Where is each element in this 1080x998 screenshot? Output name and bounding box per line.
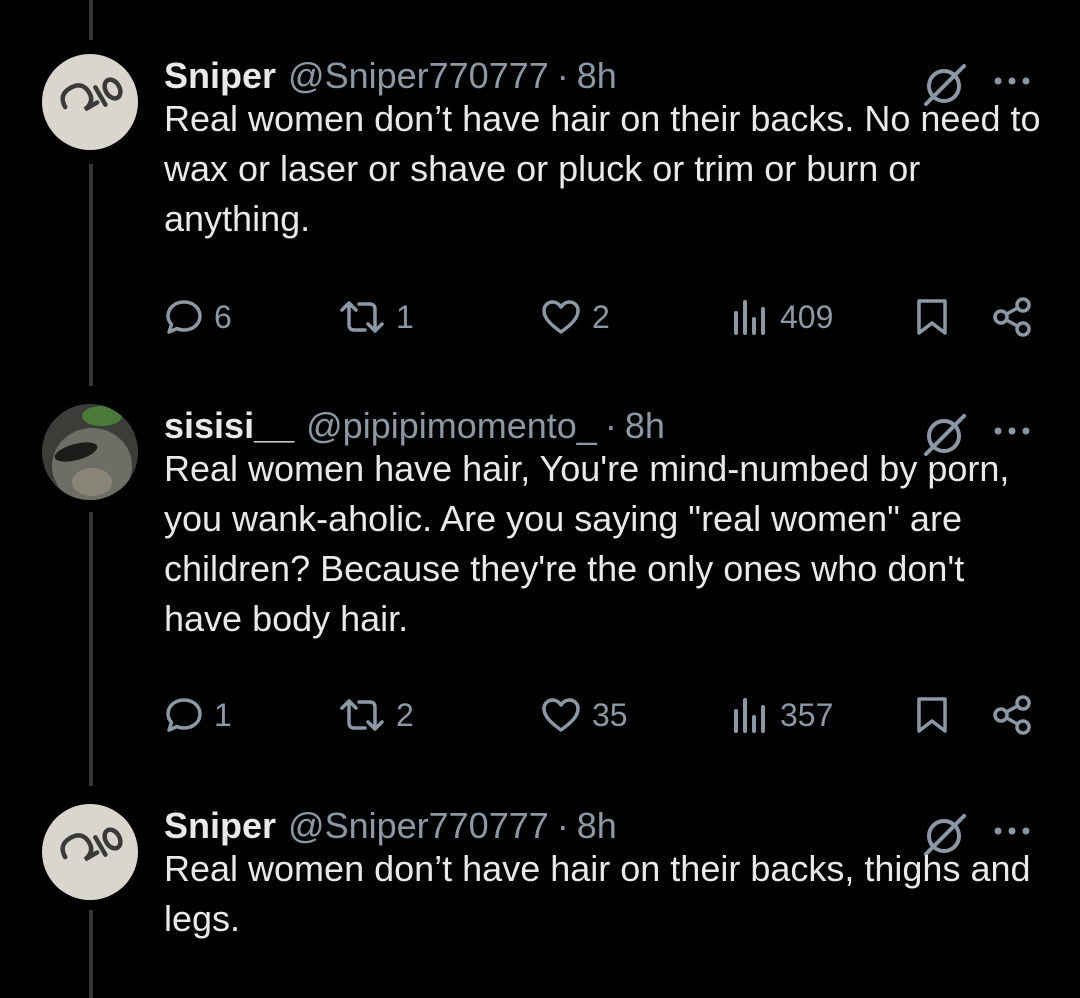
- user-handle[interactable]: @Sniper770777: [288, 804, 549, 848]
- tweet[interactable]: Sniper @Sniper770777 · 8h Real women don…: [0, 804, 1080, 998]
- tweet-text: Real women don’t have hair on their back…: [164, 98, 1041, 239]
- timestamp[interactable]: 8h: [577, 804, 617, 848]
- tweet-text: Real women have hair, You're mind-numbed…: [164, 448, 1010, 639]
- display-name[interactable]: Sniper: [164, 54, 276, 98]
- thread-line-top: [89, 0, 93, 40]
- bookmark-icon: [917, 697, 947, 733]
- reply-count: 6: [214, 298, 232, 335]
- more-icon[interactable]: [990, 816, 1034, 846]
- tweet-text: Real women don’t have hair on their back…: [164, 848, 1031, 939]
- timestamp[interactable]: 8h: [577, 54, 617, 98]
- separator: ·: [556, 55, 569, 96]
- avatar[interactable]: [42, 804, 138, 900]
- views-button[interactable]: 409: [730, 292, 833, 342]
- avatar[interactable]: [42, 404, 138, 500]
- bookmark-icon: [917, 299, 947, 335]
- timestamp[interactable]: 8h: [625, 404, 665, 448]
- avatar[interactable]: [42, 54, 138, 150]
- reply-icon: [166, 300, 202, 334]
- repost-count: 2: [396, 696, 414, 733]
- share-button[interactable]: [990, 690, 1034, 740]
- user-handle[interactable]: @Sniper770777: [288, 54, 549, 98]
- views-button[interactable]: 357: [730, 690, 833, 740]
- display-name[interactable]: Sniper: [164, 804, 276, 848]
- share-icon: [993, 297, 1031, 337]
- tweet[interactable]: Sniper @Sniper770777 · 8h Real women don…: [0, 54, 1080, 354]
- tweet-actions: 6 1 2 409: [0, 292, 1080, 342]
- like-icon: [542, 698, 580, 732]
- views-count: 409: [780, 298, 834, 335]
- views-icon: [734, 698, 765, 733]
- more-icon[interactable]: [990, 416, 1034, 446]
- reply-icon: [166, 698, 202, 732]
- reply-count: 1: [214, 696, 232, 733]
- tweet-actions: 1 2 35 357: [0, 690, 1080, 740]
- share-icon: [993, 695, 1031, 735]
- like-count: 35: [592, 696, 628, 733]
- bookmark-button[interactable]: [914, 292, 950, 342]
- tweet-header: sisisi__ @pipipimomento_ · 8h: [164, 404, 665, 448]
- avatar-glyph-icon: [60, 827, 123, 862]
- share-button[interactable]: [990, 292, 1034, 342]
- avatar-glyph-icon: [60, 77, 123, 112]
- tweet-header: Sniper @Sniper770777 · 8h: [164, 804, 617, 848]
- bookmark-button[interactable]: [914, 690, 950, 740]
- repost-button[interactable]: 1: [338, 292, 414, 342]
- like-button[interactable]: 35: [540, 690, 628, 740]
- repost-icon: [340, 301, 384, 333]
- separator: ·: [556, 805, 569, 846]
- like-icon: [542, 300, 580, 334]
- separator: ·: [604, 405, 617, 446]
- reply-button[interactable]: 1: [164, 690, 232, 740]
- repost-icon: [340, 699, 384, 731]
- display-name[interactable]: sisisi__: [164, 404, 294, 448]
- tweet-header: Sniper @Sniper770777 · 8h: [164, 54, 617, 98]
- avatar-image-icon: [42, 404, 138, 500]
- tweet[interactable]: sisisi__ @pipipimomento_ · 8h Real women…: [0, 404, 1080, 754]
- views-count: 357: [780, 696, 834, 733]
- repost-button[interactable]: 2: [338, 690, 414, 740]
- like-count: 2: [592, 298, 610, 335]
- repost-count: 1: [396, 298, 414, 335]
- reply-button[interactable]: 6: [164, 292, 232, 342]
- user-handle[interactable]: @pipipimomento_: [306, 404, 597, 448]
- views-icon: [734, 300, 765, 335]
- more-icon[interactable]: [990, 66, 1034, 96]
- like-button[interactable]: 2: [540, 292, 610, 342]
